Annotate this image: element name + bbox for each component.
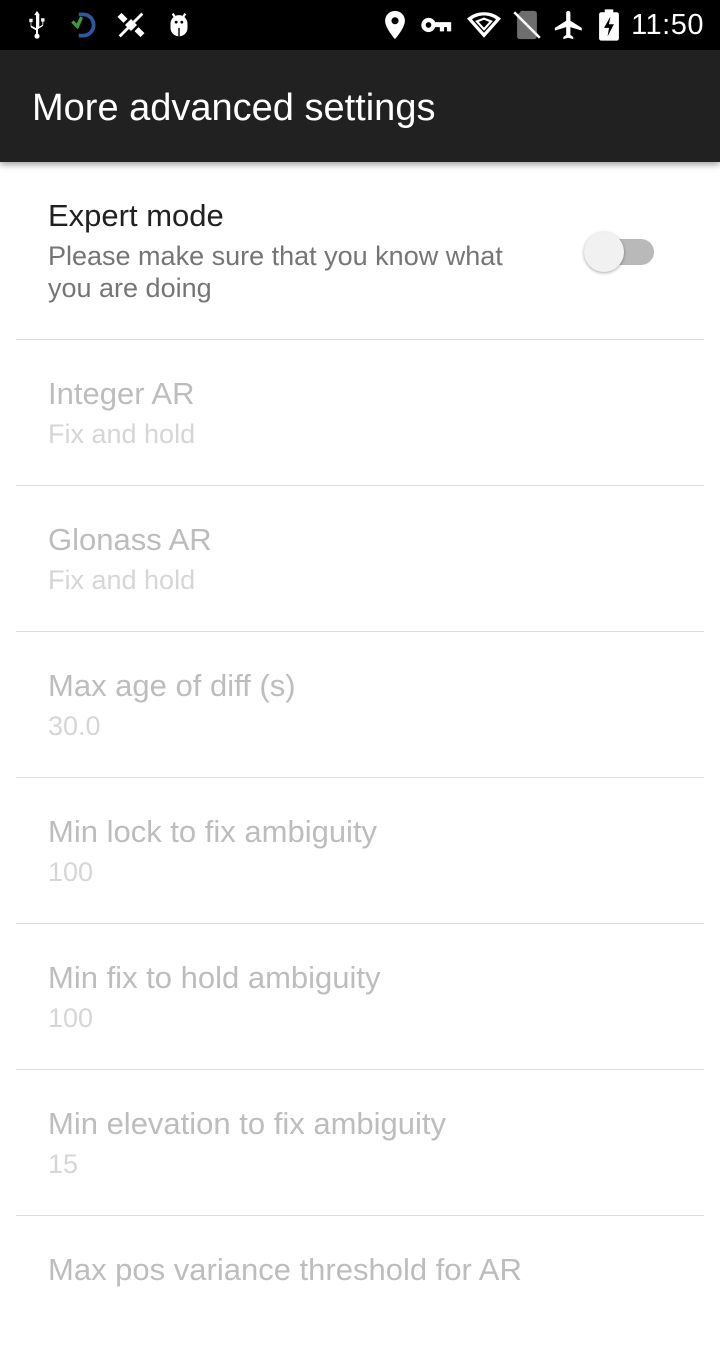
setting-title: Min lock to fix ambiguity <box>48 814 378 849</box>
setting-glonass-ar[interactable]: Glonass AR Fix and hold <box>0 486 720 632</box>
setting-title: Min elevation to fix ambiguity <box>48 1106 447 1141</box>
status-time: 11:50 <box>631 9 704 41</box>
switch-thumb <box>584 232 624 272</box>
android-debug-icon <box>170 13 188 37</box>
location-icon <box>385 10 405 40</box>
setting-max-age-of-diff[interactable]: Max age of diff (s) 30.0 <box>0 632 720 778</box>
expert-mode-switch[interactable] <box>584 230 656 274</box>
setting-summary: 100 <box>48 857 94 887</box>
setting-summary: 30.0 <box>48 711 101 741</box>
sync-app-icon <box>71 12 96 38</box>
settings-list: Expert mode Please make sure that you kn… <box>0 162 720 1362</box>
setting-title: Max pos variance threshold for AR <box>48 1252 522 1287</box>
setting-title: Expert mode <box>48 198 224 233</box>
setting-min-fix-to-hold[interactable]: Min fix to hold ambiguity 100 <box>0 924 720 1070</box>
battery-charging-icon <box>599 9 619 41</box>
usb-icon <box>29 10 45 39</box>
setting-title: Min fix to hold ambiguity <box>48 960 381 995</box>
setting-min-elevation[interactable]: Min elevation to fix ambiguity 15 <box>0 1070 720 1216</box>
setting-summary: 100 <box>48 1003 94 1033</box>
setting-summary: Fix and hold <box>48 419 196 449</box>
setting-max-pos-variance[interactable]: Max pos variance threshold for AR <box>0 1216 720 1362</box>
setting-min-lock-to-fix[interactable]: Min lock to fix ambiguity 100 <box>0 778 720 924</box>
page-title: More advanced settings <box>32 87 436 129</box>
no-sim-icon <box>513 10 541 40</box>
wifi-icon <box>467 12 501 38</box>
setting-summary: Fix and hold <box>48 565 196 595</box>
setting-summary: 15 <box>48 1149 79 1179</box>
vpn-key-icon <box>421 17 452 33</box>
app-bar: More advanced settings <box>0 50 720 162</box>
satellite-off-icon <box>117 12 145 38</box>
setting-summary: Please make sure that you know what you … <box>48 241 503 303</box>
setting-title: Integer AR <box>48 376 195 411</box>
setting-title: Glonass AR <box>48 522 212 557</box>
setting-expert-mode[interactable]: Expert mode Please make sure that you kn… <box>0 162 720 340</box>
status-bar: 11:50 <box>0 0 720 50</box>
setting-title: Max age of diff (s) <box>48 668 296 703</box>
airplane-mode-icon <box>554 10 582 40</box>
setting-integer-ar[interactable]: Integer AR Fix and hold <box>0 340 720 486</box>
